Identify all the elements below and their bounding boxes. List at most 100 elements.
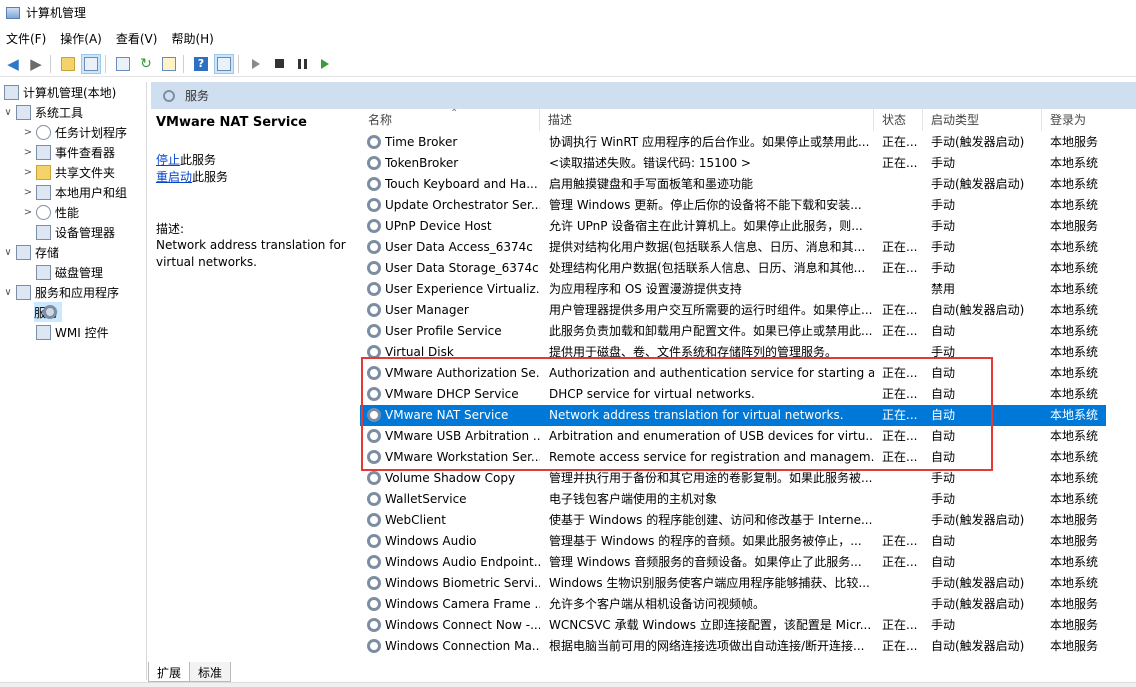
table-row[interactable]: WebClient 使基于 Windows 的程序能创建、访问和修改基于 Inte…	[360, 510, 1106, 531]
column-header-logon-as[interactable]: 登录为	[1042, 109, 1106, 131]
tree-item-task-scheduler[interactable]: > 任务计划程序	[22, 122, 127, 142]
properties-button[interactable]	[113, 54, 133, 74]
cell-name: Windows Biometric Servi...	[385, 576, 540, 590]
show-hide-tree-button[interactable]	[81, 53, 101, 74]
table-row[interactable]: User Experience Virtualiz... 为应用程序和 OS 设置…	[360, 279, 1106, 300]
cell-description: 管理基于 Windows 的程序的音频。如果此服务被停止，...	[549, 534, 862, 548]
chevron-right-icon[interactable]: >	[22, 147, 34, 158]
cell-startup-type: 手动	[931, 471, 956, 485]
table-row[interactable]: Touch Keyboard and Ha... 启用触摸键盘和手写面板笔和墨迹功…	[360, 174, 1106, 195]
table-row[interactable]: Windows Biometric Servi... Windows 生物识别服务…	[360, 573, 1106, 594]
table-row[interactable]: Windows Camera Frame ... 允许多个客户端从相机设备访问视频…	[360, 594, 1106, 615]
tree-item-label: 事件查看器	[55, 145, 116, 160]
cell-name: Windows Camera Frame ...	[385, 597, 540, 611]
table-row[interactable]: Time Broker 协调执行 WinRT 应用程序的后台作业。如果停止或禁用此…	[360, 132, 1106, 153]
menu-file[interactable]: 文件(F)	[0, 30, 54, 47]
cell-description: 提供对结构化用户数据(包括联系人信息、日历、消息和其...	[549, 240, 866, 254]
column-header-status[interactable]: 状态	[874, 109, 923, 131]
refresh-button[interactable]: ↻	[136, 54, 156, 74]
table-row[interactable]: User Data Access_6374c 提供对结构化用户数据(包括联系人信息…	[360, 237, 1106, 258]
tree-item-label: 任务计划程序	[55, 125, 128, 140]
back-button[interactable]: ◀	[3, 54, 23, 74]
tree-item-shared-folders[interactable]: > 共享文件夹	[22, 162, 115, 182]
cell-description: WCNCSVC 承载 Windows 立即连接配置，该配置是 Micr...	[549, 618, 872, 632]
service-detail-pane: VMware NAT Service 停止此服务 重启动此服务 描述: Netw…	[151, 109, 356, 659]
computer-icon	[4, 84, 19, 100]
stop-service-button[interactable]	[269, 54, 289, 74]
table-row[interactable]: TokenBroker <读取描述失败。错误代码: 15100 > 正在... 手动 本…	[360, 153, 1106, 174]
menu-action[interactable]: 操作(A)	[54, 30, 110, 47]
table-row[interactable]: UPnP Device Host 允许 UPnP 设备宿主在此计算机上。如果停止此…	[360, 216, 1106, 237]
start-service-button[interactable]	[246, 54, 266, 74]
tree-item-label: 性能	[55, 205, 80, 220]
tree-item-disk-management[interactable]: 磁盘管理	[34, 262, 103, 282]
table-row[interactable]: Update Orchestrator Ser... 管理 Windows 更新。…	[360, 195, 1106, 216]
restart-service-link[interactable]: 重启动	[156, 170, 192, 184]
tree-item-label: 设备管理器	[55, 225, 116, 240]
chevron-right-icon[interactable]: >	[22, 127, 34, 138]
storage-icon	[16, 244, 31, 260]
export-list-button[interactable]	[159, 54, 179, 74]
chevron-right-icon[interactable]: >	[22, 187, 34, 198]
cell-status: 正在...	[882, 156, 918, 170]
cell-status: 正在...	[882, 240, 918, 254]
tree-item-wmi[interactable]: WMI 控件	[34, 322, 109, 342]
tree-item-root[interactable]: 计算机管理(本地)	[2, 82, 116, 102]
cell-name: UPnP Device Host	[385, 219, 492, 233]
menu-help[interactable]: 帮助(H)	[165, 30, 221, 47]
action-pane-icon	[217, 56, 231, 71]
forward-button[interactable]: ▶	[26, 54, 46, 74]
chevron-down-icon[interactable]: ∨	[2, 247, 14, 258]
cell-description: 协调执行 WinRT 应用程序的后台作业。如果停止或禁用此...	[549, 135, 870, 149]
annotation-highlight-box	[361, 357, 993, 471]
chevron-down-icon[interactable]: ∨	[2, 107, 14, 118]
pause-icon	[297, 58, 307, 69]
menu-view[interactable]: 查看(V)	[110, 30, 166, 47]
stop-service-link[interactable]: 停止	[156, 153, 180, 167]
table-row[interactable]: User Manager 用户管理器提供多用户交互所需要的运行时组件。如果停止..…	[360, 300, 1106, 321]
table-row[interactable]: User Profile Service 此服务负责加载和卸载用户配置文件。如果已…	[360, 321, 1106, 342]
cell-description: 使基于 Windows 的程序能创建、访问和修改基于 Interne...	[549, 513, 873, 527]
table-row[interactable]: Volume Shadow Copy 管理并执行用于备份和其它用途的卷影复制。如果…	[360, 468, 1106, 489]
chevron-down-icon[interactable]: ∨	[2, 287, 14, 298]
table-row[interactable]: Windows Audio 管理基于 Windows 的程序的音频。如果此服务被停…	[360, 531, 1106, 552]
chevron-right-icon[interactable]: >	[22, 207, 34, 218]
tree-item-services-apps[interactable]: ∨ 服务和应用程序	[2, 282, 119, 302]
cell-status: 正在...	[882, 324, 918, 338]
column-header-startup-type[interactable]: 启动类型	[923, 109, 1042, 131]
action-pane-button[interactable]	[214, 53, 234, 74]
pause-service-button[interactable]	[292, 54, 312, 74]
column-header-description[interactable]: 描述	[540, 109, 874, 131]
tree-item-label: 计算机管理(本地)	[23, 85, 117, 100]
cell-name: Volume Shadow Copy	[385, 471, 516, 485]
table-row[interactable]: Windows Connection Ma... 根据电脑当前可用的网络连接选项做…	[360, 636, 1106, 657]
cell-logon-as: 本地服务	[1050, 639, 1099, 653]
cell-logon-as: 本地系统	[1050, 198, 1099, 212]
tab-extended[interactable]: 扩展	[148, 662, 191, 682]
tree-item-system-tools[interactable]: ∨ 系统工具	[2, 102, 83, 122]
cell-description: 允许 UPnP 设备宿主在此计算机上。如果停止此服务，则...	[549, 219, 863, 233]
cell-description: 电子钱包客户端使用的主机对象	[549, 492, 718, 506]
chevron-right-icon[interactable]: >	[22, 167, 34, 178]
table-row[interactable]: Windows Connect Now -... WCNCSVC 承载 Windo…	[360, 615, 1106, 636]
column-header-name[interactable]: 名称 ⌃	[360, 109, 540, 131]
tree-item-performance[interactable]: > 性能	[22, 202, 79, 222]
up-one-level-button[interactable]	[58, 54, 78, 74]
restart-service-button[interactable]	[315, 54, 335, 74]
cell-logon-as: 本地服务	[1050, 135, 1099, 149]
cell-logon-as: 本地服务	[1050, 219, 1099, 233]
cell-description: 启用触摸键盘和手写面板笔和墨迹功能	[549, 177, 754, 191]
tree-item-services[interactable]: 服务	[34, 302, 63, 322]
table-row[interactable]: User Data Storage_6374c 处理结构化用户数据(包括联系人信息…	[360, 258, 1106, 279]
service-gear-icon	[367, 240, 381, 254]
table-row[interactable]: Windows Audio Endpoint... 管理 Windows 音频服务…	[360, 552, 1106, 573]
tree-item-event-viewer[interactable]: > 事件查看器	[22, 142, 115, 162]
table-row[interactable]: WalletService 电子钱包客户端使用的主机对象 手动 本地系统	[360, 489, 1106, 510]
tree-item-device-manager[interactable]: 设备管理器	[34, 222, 115, 242]
tree-item-storage[interactable]: ∨ 存储	[2, 242, 59, 262]
tree-item-local-users[interactable]: > 本地用户和组	[22, 182, 127, 202]
tab-standard[interactable]: 标准	[189, 662, 232, 682]
cell-logon-as: 本地系统	[1050, 177, 1099, 191]
cell-startup-type: 手动	[931, 198, 956, 212]
help-button[interactable]: ?	[191, 54, 211, 74]
